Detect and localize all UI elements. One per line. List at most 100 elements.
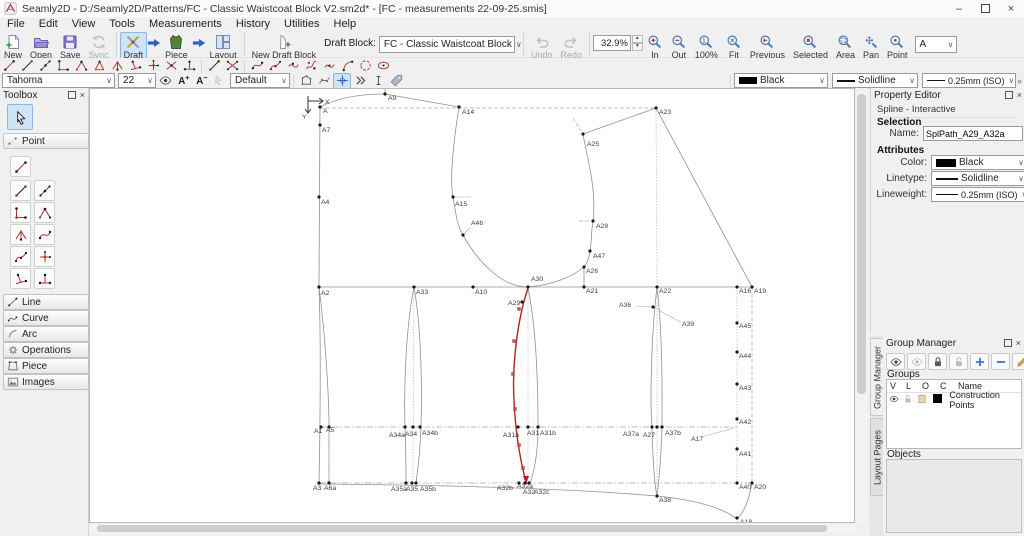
- toolbox-group-operations[interactable]: Operations: [3, 342, 89, 358]
- t-line-point-tool-button[interactable]: [0, 58, 18, 74]
- pattern-path-red[interactable]: [514, 288, 528, 482]
- t-angle-point-tool-button[interactable]: [72, 58, 90, 74]
- pattern-point-A2[interactable]: [317, 285, 320, 288]
- remove-group-button[interactable]: [991, 353, 1010, 370]
- dock-tab-group-manager[interactable]: Group Manager: [870, 338, 884, 416]
- pattern-point-A29[interactable]: [520, 300, 523, 303]
- toolbox-group-curve[interactable]: Curve: [3, 310, 89, 326]
- label-font-smaller-button[interactable]: A: [192, 73, 210, 89]
- linetype-combo[interactable]: Solidline∨: [931, 171, 1024, 186]
- t-curve-toolbox-button[interactable]: [34, 224, 55, 245]
- t-splinepath-curve-tool-button[interactable]: [266, 58, 284, 74]
- t-cross-point-tool-button[interactable]: [144, 58, 162, 74]
- t-bisect-toolbox-button[interactable]: [10, 224, 31, 245]
- pattern-point-A46[interactable]: [461, 233, 464, 236]
- t-perp-toolbox-button[interactable]: [34, 268, 55, 289]
- menu-view[interactable]: View: [65, 17, 103, 31]
- lock-group-button[interactable]: [928, 353, 947, 370]
- group-row[interactable]: Construction Points: [887, 393, 1021, 406]
- group-lock-icon[interactable]: [901, 394, 915, 406]
- t-bisect-point-tool-button[interactable]: [108, 58, 126, 74]
- pattern-point-A23[interactable]: [654, 106, 657, 109]
- draft-block-combo[interactable]: FC - Classic Waistcoat Block∨: [379, 36, 515, 53]
- draft-canvas[interactable]: AA9A14A23A7A25A4A15A46A28A47A26A2A33A10A…: [89, 88, 855, 523]
- groups-table[interactable]: VLOCNameConstruction Points: [886, 379, 1022, 449]
- t-intersect-point-tool-button[interactable]: [162, 58, 180, 74]
- name-field[interactable]: [923, 126, 1023, 141]
- stroke-color-combo[interactable]: Black∨: [734, 73, 828, 88]
- pattern-point-A14[interactable]: [457, 105, 460, 108]
- pattern-point-A15[interactable]: [451, 195, 454, 198]
- label-template-combo[interactable]: Default∨: [230, 73, 290, 88]
- menu-tools[interactable]: Tools: [102, 17, 142, 31]
- t-curve2-curve-tool-button[interactable]: [284, 58, 302, 74]
- label-reset-button[interactable]: [210, 73, 228, 89]
- pattern-point-A37b[interactable]: [660, 425, 663, 428]
- edit-group-button[interactable]: [1012, 353, 1024, 370]
- toolbar-overflow-button[interactable]: »: [1017, 76, 1022, 86]
- menu-help[interactable]: Help: [327, 17, 364, 31]
- group-visible-icon[interactable]: [887, 394, 901, 406]
- t-shoulder-point-tool-button[interactable]: [126, 58, 144, 74]
- close-panel-icon[interactable]: ×: [1016, 338, 1021, 348]
- pattern-point-A37a[interactable]: [650, 425, 653, 428]
- pattern-point-A18[interactable]: [735, 516, 738, 519]
- t-cross-toolbox-button[interactable]: [34, 246, 55, 267]
- group-color-swatch[interactable]: [931, 394, 947, 405]
- pattern-point-A31a[interactable]: [516, 425, 519, 428]
- t-linetool-line-tool-button[interactable]: [205, 58, 223, 74]
- t-splinep2-curve-tool-button[interactable]: [302, 58, 320, 74]
- groups-column-o[interactable]: O: [919, 381, 937, 391]
- add-group-button[interactable]: [970, 353, 989, 370]
- stroke-linetype-combo[interactable]: Solidline∨: [832, 73, 918, 88]
- toolbox-group-arc[interactable]: Arc: [3, 326, 89, 342]
- spline-control-handle[interactable]: [513, 340, 516, 343]
- t-line3-point-tool-button[interactable]: [36, 58, 54, 74]
- show-piece-outline-button[interactable]: [297, 73, 315, 89]
- pattern-point-A34a[interactable]: [403, 425, 406, 428]
- pattern-point-A36[interactable]: [651, 305, 654, 308]
- show-labels-tag-button[interactable]: [387, 73, 405, 89]
- show-axis-origin-button[interactable]: [333, 73, 351, 89]
- menu-measurements[interactable]: Measurements: [142, 17, 229, 31]
- stroke-lineweight-combo[interactable]: 0.25mm (ISO)∨: [922, 73, 1016, 88]
- zoom-down-icon[interactable]: ▼: [632, 43, 643, 51]
- show-group-button[interactable]: [886, 353, 905, 370]
- close-button[interactable]: ×: [998, 0, 1024, 17]
- toolbox-group-piece[interactable]: Piece: [3, 358, 89, 374]
- pattern-point-A[interactable]: [318, 105, 321, 108]
- label-font-combo[interactable]: Tahoma∨: [2, 73, 115, 88]
- show-point-labels-button[interactable]: [156, 73, 174, 89]
- t-curve-curve-tool-button[interactable]: [248, 58, 266, 74]
- float-panel-icon[interactable]: [68, 91, 76, 99]
- label-size-combo[interactable]: 22∨: [118, 73, 156, 88]
- objects-list[interactable]: [886, 459, 1022, 533]
- groups-column-v[interactable]: V: [887, 381, 903, 391]
- menu-utilities[interactable]: Utilities: [277, 17, 326, 31]
- spline-control-handle[interactable]: [518, 308, 521, 311]
- t-splinepath-toolbox-button[interactable]: [10, 246, 31, 267]
- t-arc-curve-tool-button[interactable]: [338, 58, 356, 74]
- pattern-point-A34b[interactable]: [418, 425, 421, 428]
- t-perp-point-tool-button[interactable]: [180, 58, 198, 74]
- pattern-point-A9[interactable]: [383, 92, 386, 95]
- t-corner-toolbox-button[interactable]: [10, 202, 31, 223]
- toolbox-group-line[interactable]: Line: [3, 294, 89, 310]
- spline-control-handle[interactable]: [522, 467, 525, 470]
- group-objects-icon[interactable]: [915, 394, 931, 406]
- show-arrows-button[interactable]: [351, 73, 369, 89]
- t-corner-point-tool-button[interactable]: [54, 58, 72, 74]
- t-line3-toolbox-button[interactable]: [34, 180, 55, 201]
- color-combo[interactable]: Black∨: [931, 155, 1024, 170]
- canvas-vertical-scrollbar[interactable]: [856, 88, 867, 523]
- menu-edit[interactable]: Edit: [32, 17, 65, 31]
- pattern-point-A27[interactable]: [655, 425, 658, 428]
- toolbox-group-images[interactable]: Images: [3, 374, 89, 390]
- minimize-button[interactable]: –: [946, 0, 972, 17]
- pattern-point-A31b[interactable]: [536, 425, 539, 428]
- toolbox-group-point[interactable]: Point: [3, 133, 89, 149]
- zoom-spinner[interactable]: 32.9%▲▼: [593, 35, 643, 51]
- t-line2-toolbox-button[interactable]: [10, 180, 31, 201]
- pattern-point-A25[interactable]: [581, 132, 584, 135]
- hide-group-button[interactable]: [907, 353, 926, 370]
